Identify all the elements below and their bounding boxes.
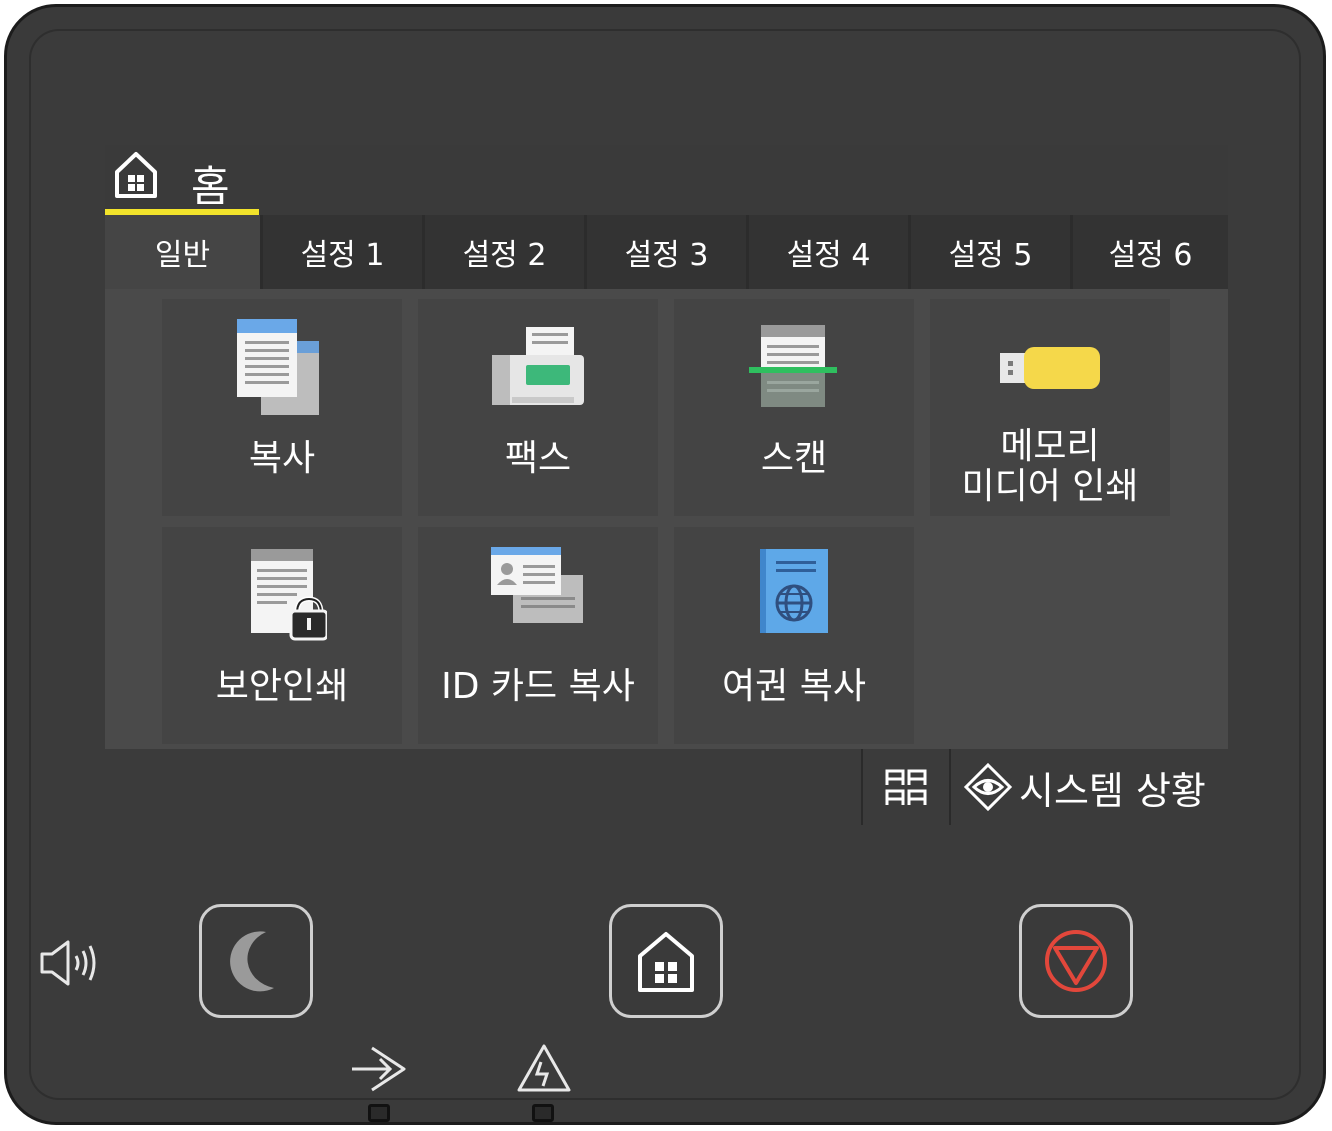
tab-settings-1[interactable]: 설정 1 xyxy=(260,215,422,289)
touch-screen: 홈 일반 설정 1 설정 2 설정 3 설정 4 설정 5 설정 6 복사 팩스… xyxy=(105,145,1228,825)
passport-copy-label: 여권 복사 xyxy=(722,666,866,707)
id-card-copy-label: ID 카드 복사 xyxy=(441,666,635,707)
scan-icon xyxy=(749,325,837,407)
usb-memory-icon xyxy=(1000,347,1100,389)
stop-icon xyxy=(1045,930,1107,992)
secure-print-label: 보안인쇄 xyxy=(215,666,349,707)
id-card-copy-icon xyxy=(491,547,583,623)
home-hardware-button[interactable] xyxy=(609,904,723,1018)
header-bar: 홈 xyxy=(105,145,1228,215)
secure-print-tile[interactable]: 보안인쇄 xyxy=(162,527,402,744)
moon-icon xyxy=(230,931,274,992)
fax-tile[interactable]: 팩스 xyxy=(418,299,658,516)
copy-label: 복사 xyxy=(248,438,316,479)
tab-settings-6[interactable]: 설정 6 xyxy=(1070,215,1228,289)
app-grid: 복사 팩스 스캔 메모리 미디어 인쇄 보안인쇄 ID 카드 복사 여권 복사 xyxy=(105,289,1228,749)
system-status-label: 시스템 상황 xyxy=(1019,768,1206,813)
passport-copy-icon xyxy=(760,549,828,633)
error-indicator-icon xyxy=(517,1044,571,1092)
copy-icon xyxy=(237,319,319,415)
secure-print-icon xyxy=(251,549,327,641)
apps-button[interactable] xyxy=(861,749,951,825)
passport-copy-tile[interactable]: 여권 복사 xyxy=(674,527,914,744)
scan-tile[interactable]: 스캔 xyxy=(674,299,914,516)
tab-bar: 일반 설정 1 설정 2 설정 3 설정 4 설정 5 설정 6 xyxy=(105,215,1228,289)
bottom-bar: 시스템 상황 xyxy=(105,749,1228,825)
tab-settings-3[interactable]: 설정 3 xyxy=(584,215,746,289)
memory-media-print-label-line1: 메모리 xyxy=(1000,426,1100,467)
home-header-tab[interactable]: 홈 xyxy=(105,145,259,215)
tab-settings-4[interactable]: 설정 4 xyxy=(746,215,908,289)
volume-icon[interactable] xyxy=(38,938,100,988)
memory-media-print-label-line2: 미디어 인쇄 xyxy=(961,466,1139,507)
system-status-icon xyxy=(963,762,1013,812)
data-indicator-icon xyxy=(352,1046,406,1092)
tab-general[interactable]: 일반 xyxy=(105,215,260,289)
fax-icon xyxy=(492,327,584,405)
home-icon xyxy=(638,932,694,992)
system-status-button[interactable]: 시스템 상황 xyxy=(951,749,1228,825)
tab-settings-2[interactable]: 설정 2 xyxy=(422,215,584,289)
tab-settings-5[interactable]: 설정 5 xyxy=(908,215,1070,289)
id-card-copy-tile[interactable]: ID 카드 복사 xyxy=(418,527,658,744)
sleep-button[interactable] xyxy=(199,904,313,1018)
data-indicator-led xyxy=(368,1104,390,1122)
scan-label: 스캔 xyxy=(760,438,828,479)
home-icon xyxy=(115,152,157,198)
error-indicator-led xyxy=(532,1104,554,1122)
memory-media-print-label: 메모리 미디어 인쇄 xyxy=(930,427,1170,507)
stop-button[interactable] xyxy=(1019,904,1133,1018)
copy-tile[interactable]: 복사 xyxy=(162,299,402,516)
page-title: 홈 xyxy=(191,162,230,211)
fax-label: 팩스 xyxy=(504,438,572,479)
memory-media-print-tile[interactable]: 메모리 미디어 인쇄 xyxy=(930,299,1170,516)
apps-grid-icon xyxy=(885,769,927,805)
